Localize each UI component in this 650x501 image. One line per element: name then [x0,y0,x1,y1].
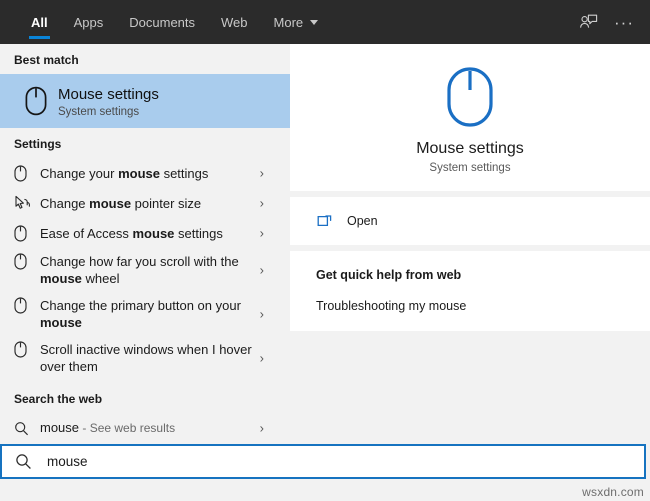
detail-hero: Mouse settings System settings [290,44,650,191]
mouse-icon [14,86,58,116]
quick-help-section: Get quick help from web Troubleshooting … [290,251,650,331]
result-change-primary-button[interactable]: Change the primary button on your mouse … [0,292,290,336]
tab-documents-label: Documents [129,15,195,30]
result-ease-of-access-mouse-settings[interactable]: Ease of Access mouse settings › [0,218,290,248]
detail-subtitle: System settings [429,162,510,174]
result-label: Change how far you scroll with the mouse… [40,253,260,287]
feedback-button[interactable] [570,6,606,38]
pointer-icon [14,195,40,212]
open-external-icon [317,213,333,229]
mouse-icon [14,165,40,182]
result-label: Change mouse pointer size [40,195,201,212]
results-list[interactable]: Best match Mouse settings System setting… [0,44,290,501]
tab-web-label: Web [221,15,248,30]
result-best-match-mouse-settings[interactable]: Mouse settings System settings [0,74,290,128]
best-match-subtitle: System settings [58,106,159,118]
detail-pane: Mouse settings System settings Open Get … [290,44,650,501]
chevron-right-icon: › [260,166,264,181]
mouse-icon [14,297,40,314]
overflow-menu-button[interactable]: ··· [606,6,642,38]
chevron-down-icon [310,20,318,25]
result-label: mouse - See web results [40,419,175,437]
search-box[interactable]: mouse [0,444,646,479]
search-header: All Apps Documents Web More [0,0,650,44]
chevron-right-icon: › [260,263,264,278]
watermark: wsxdn.com [582,485,644,499]
tab-more[interactable]: More [261,0,332,44]
result-label: Change your mouse settings [40,165,208,182]
tab-all-label: All [31,15,48,30]
feedback-person-icon [579,13,598,31]
search-input[interactable]: mouse [47,454,88,469]
open-button-label: Open [347,214,378,228]
tab-all[interactable]: All [18,0,61,44]
quick-help-title: Get quick help from web [316,268,650,282]
result-change-mouse-pointer-size[interactable]: Change mouse pointer size › [0,188,290,218]
mouse-icon [14,253,40,270]
mouse-icon-large [446,66,494,128]
search-icon [14,421,40,436]
result-web-mouse[interactable]: mouse - See web results › [0,413,290,443]
tab-documents[interactable]: Documents [116,0,208,44]
result-label: Scroll inactive windows when I hover ove… [40,341,260,375]
best-match-text: Mouse settings System settings [58,85,159,118]
chevron-right-icon: › [260,421,264,436]
search-body: Best match Mouse settings System setting… [0,44,650,501]
chevron-right-icon: › [260,307,264,322]
result-scroll-inactive-windows[interactable]: Scroll inactive windows when I hover ove… [0,336,290,380]
group-header-search-the-web: Search the web [0,380,290,413]
group-header-settings: Settings [0,128,290,158]
tab-apps[interactable]: Apps [61,0,117,44]
mouse-icon [14,225,40,242]
overflow-menu-label: ··· [614,14,634,31]
windows-search-panel: All Apps Documents Web More [0,0,650,501]
tab-more-label: More [274,15,304,30]
chevron-right-icon: › [260,351,264,366]
chevron-right-icon: › [260,196,264,211]
quick-help-link[interactable]: Troubleshooting my mouse [316,299,650,313]
tab-apps-label: Apps [74,15,104,30]
header-actions: ··· [570,0,642,44]
result-label: Ease of Access mouse settings [40,225,223,242]
group-header-best-match: Best match [0,44,290,74]
chevron-right-icon: › [260,226,264,241]
best-match-title: Mouse settings [58,85,159,104]
mouse-icon [14,341,40,358]
detail-title: Mouse settings [416,140,524,158]
filter-tabs: All Apps Documents Web More [18,0,331,44]
result-change-scroll-distance[interactable]: Change how far you scroll with the mouse… [0,248,290,292]
search-icon [15,453,32,470]
result-change-your-mouse-settings[interactable]: Change your mouse settings › [0,158,290,188]
open-button[interactable]: Open [290,197,650,245]
result-label: Change the primary button on your mouse [40,297,260,331]
tab-web[interactable]: Web [208,0,261,44]
